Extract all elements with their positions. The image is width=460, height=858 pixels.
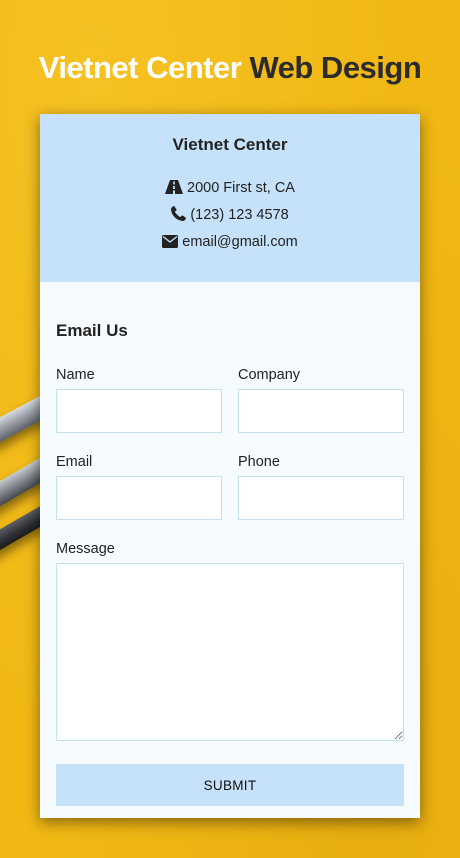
company-input[interactable] (238, 389, 404, 433)
contact-list: 2000 First st, CA (123) 123 4578 email@g… (40, 176, 420, 257)
phone-field: Phone (238, 453, 404, 520)
form-row: Email Phone (56, 453, 404, 520)
name-input[interactable] (56, 389, 222, 433)
email-label: Email (56, 454, 93, 470)
contact-card: Vietnet Center 2000 First st, CA (123) 1… (40, 114, 420, 818)
email-input[interactable] (56, 476, 222, 520)
address-text: 2000 First st, CA (187, 180, 295, 196)
message-field: Message (56, 540, 404, 741)
message-textarea[interactable] (56, 563, 404, 741)
road-icon (165, 178, 183, 203)
phone-label: Phone (238, 454, 280, 470)
email-form: Email Us Name Company Email Phone Messag… (40, 282, 420, 806)
company-label: Company (238, 367, 301, 383)
page-title-suffix: Web Design (249, 50, 422, 85)
phone-line: (123) 123 4578 (40, 203, 420, 230)
contact-info-panel: Vietnet Center 2000 First st, CA (123) 1… (40, 114, 420, 282)
address-line: 2000 First st, CA (40, 176, 420, 203)
company-name: Vietnet Center (172, 135, 288, 154)
page-title: Vietnet Center Web Design (0, 48, 460, 88)
company-field: Company (238, 366, 404, 433)
submit-button[interactable]: SUBMIT (56, 764, 404, 806)
name-label: Name (56, 367, 95, 383)
phone-input[interactable] (238, 476, 404, 520)
message-label: Message (56, 541, 115, 557)
name-field: Name (56, 366, 222, 433)
email-field: Email (56, 453, 222, 520)
email-line: email@gmail.com (40, 230, 420, 257)
phone-text: (123) 123 4578 (190, 207, 289, 223)
page-title-brand: Vietnet Center (38, 50, 242, 85)
form-row: Name Company (56, 366, 404, 433)
envelope-icon (162, 232, 179, 257)
form-title: Email Us (56, 321, 128, 340)
email-text: email@gmail.com (182, 234, 298, 250)
phone-icon (171, 205, 187, 230)
